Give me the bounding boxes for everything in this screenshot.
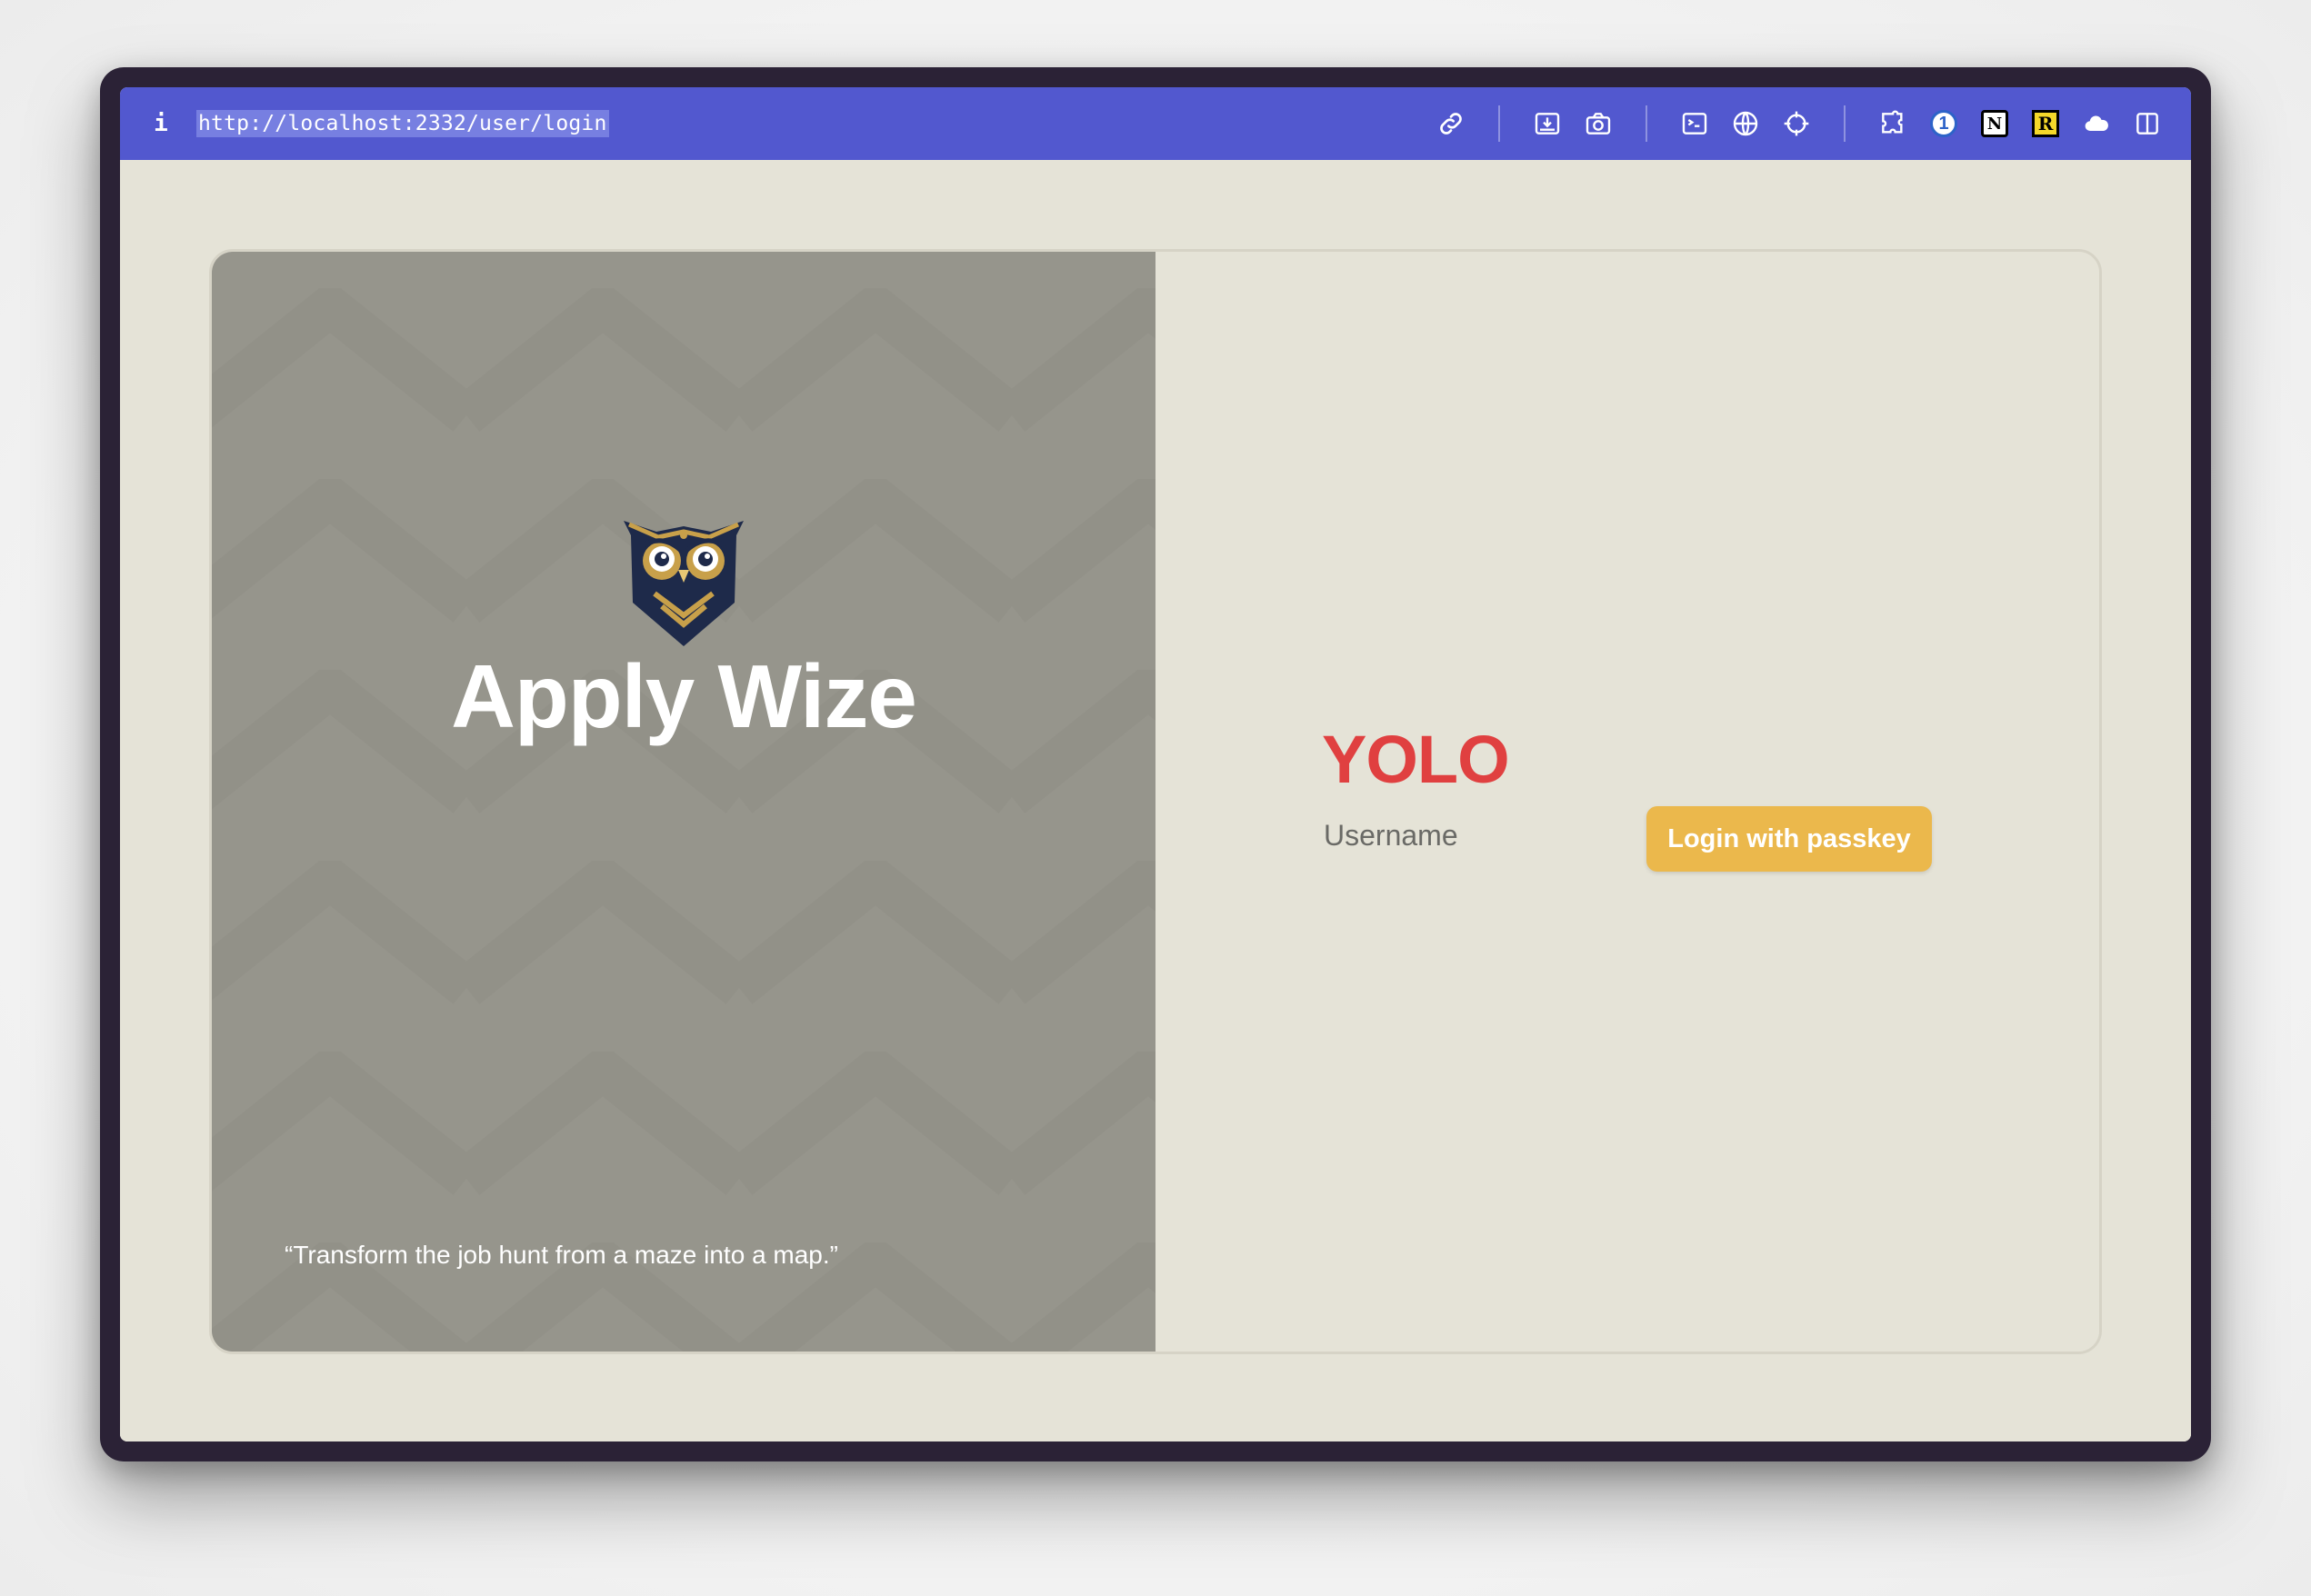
- onepassword-icon[interactable]: 1: [1926, 105, 1962, 142]
- chevron-pattern: [212, 252, 1156, 1352]
- toolbar-group-extensions: 1 N R: [1867, 105, 2173, 142]
- browser-window: i http://localhost:2332/user/login 1 N R…: [120, 87, 2191, 1441]
- link-icon[interactable]: [1433, 105, 1469, 142]
- r-extension-icon[interactable]: R: [2027, 105, 2064, 142]
- username-label: Username: [1324, 819, 1458, 852]
- crosshair-icon[interactable]: [1778, 105, 1815, 142]
- notion-badge: N: [1981, 110, 2008, 137]
- owl-logo-icon: [624, 521, 744, 646]
- notion-icon[interactable]: N: [1976, 105, 2013, 142]
- toolbar-divider: [1844, 105, 1846, 142]
- login-form-panel: YOLO Username Login with passkey: [1156, 252, 2099, 1352]
- toolbar-divider: [1498, 105, 1500, 142]
- camera-icon[interactable]: [1580, 105, 1616, 142]
- globe-icon[interactable]: [1727, 105, 1764, 142]
- cloud-icon[interactable]: [2078, 105, 2115, 142]
- brand-quote: “Transform the job hunt from a maze into…: [285, 1241, 838, 1269]
- toolbar-divider: [1646, 105, 1647, 142]
- login-card: Apply Wize “Transform the job hunt from …: [209, 249, 2102, 1354]
- brand-title: Apply Wize: [451, 646, 917, 746]
- brand-block: Apply Wize: [212, 514, 1156, 743]
- terminal-icon[interactable]: [1676, 105, 1713, 142]
- puzzle-extension-icon[interactable]: [1875, 105, 1911, 142]
- toolbar-group-dev: [1669, 105, 1822, 142]
- login-with-passkey-button[interactable]: Login with passkey: [1646, 806, 1932, 872]
- sidebar-toggle-icon[interactable]: [2129, 105, 2166, 142]
- browser-toolbar: i http://localhost:2332/user/login 1 N R: [120, 87, 2191, 160]
- r-extension-badge: R: [2032, 110, 2059, 137]
- login-heading: YOLO: [1322, 722, 1510, 797]
- toolbar-group-capture: [1522, 105, 1624, 142]
- browser-window-frame: i http://localhost:2332/user/login 1 N R…: [100, 67, 2211, 1461]
- toolbar-group-link: [1426, 105, 1476, 142]
- brand-panel: Apply Wize “Transform the job hunt from …: [212, 252, 1156, 1352]
- info-icon[interactable]: i: [147, 110, 175, 137]
- image-download-icon[interactable]: [1529, 105, 1566, 142]
- login-page: Apply Wize “Transform the job hunt from …: [120, 160, 2191, 1441]
- desktop-background: i http://localhost:2332/user/login 1 N R…: [0, 0, 2311, 1596]
- onepassword-badge: 1: [1930, 110, 1957, 137]
- url-field[interactable]: http://localhost:2332/user/login: [196, 110, 609, 137]
